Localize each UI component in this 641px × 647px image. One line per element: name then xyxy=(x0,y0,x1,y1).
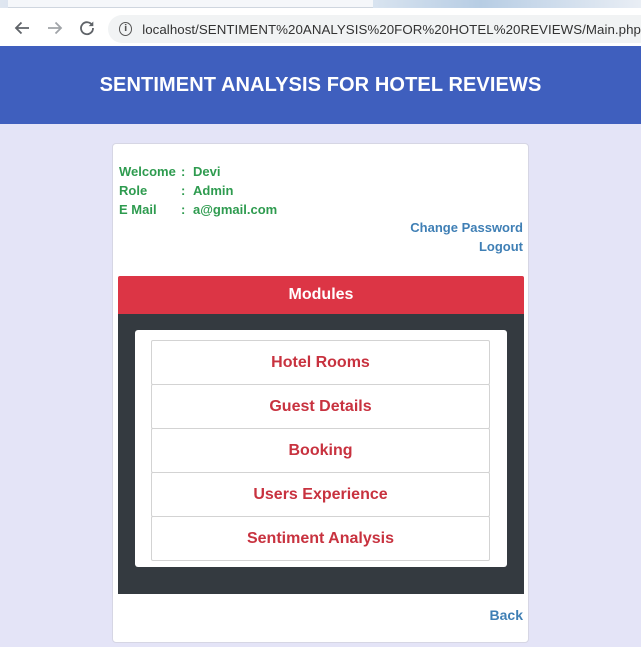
welcome-value: Devi xyxy=(193,164,221,179)
reload-button[interactable] xyxy=(75,16,99,40)
url-text[interactable]: localhost/SENTIMENT%20ANALYSIS%20FOR%20H… xyxy=(142,22,641,37)
module-label: Sentiment Analysis xyxy=(246,529,394,547)
forward-button[interactable] xyxy=(43,16,67,40)
module-hotel-rooms[interactable]: Hotel Rooms xyxy=(151,340,490,385)
account-links: Change Password Logout xyxy=(410,220,523,258)
logout-link[interactable]: Logout xyxy=(410,239,523,258)
back-button[interactable] xyxy=(10,16,34,40)
back-link[interactable]: Back xyxy=(490,607,523,623)
email-label: E Mail xyxy=(119,202,157,217)
arrow-left-icon xyxy=(14,21,29,35)
tab-strip xyxy=(0,0,641,8)
change-password-link[interactable]: Change Password xyxy=(410,220,523,239)
module-users-experience[interactable]: Users Experience xyxy=(151,472,490,517)
welcome-label: Welcome xyxy=(119,164,176,179)
role-label: Role xyxy=(119,183,148,198)
module-booking[interactable]: Booking xyxy=(151,428,490,473)
page-title: SENTIMENT ANALYSIS FOR HOTEL REVIEWS xyxy=(99,73,542,96)
modules-title: Modules xyxy=(288,286,354,303)
page-header: SENTIMENT ANALYSIS FOR HOTEL REVIEWS xyxy=(0,46,641,124)
separator: : xyxy=(181,164,186,179)
active-tab[interactable] xyxy=(8,0,373,8)
modules-panel: Hotel Rooms Guest Details Booking Users … xyxy=(135,330,507,567)
module-label: Hotel Rooms xyxy=(271,353,370,371)
module-label: Guest Details xyxy=(269,397,372,415)
main-card: Welcome : Devi Role : Admin E Mail : a@g… xyxy=(112,143,529,643)
info-icon[interactable]: i xyxy=(119,22,133,36)
module-label: Users Experience xyxy=(253,485,388,503)
email-value: a@gmail.com xyxy=(193,202,278,217)
role-row: Role : Admin xyxy=(119,183,277,202)
browser-toolbar: i localhost/SENTIMENT%20ANALYSIS%20FOR%2… xyxy=(0,0,641,46)
user-info: Welcome : Devi Role : Admin E Mail : a@g… xyxy=(119,164,277,221)
modules-header: Modules xyxy=(118,276,524,314)
role-value: Admin xyxy=(193,183,234,198)
welcome-row: Welcome : Devi xyxy=(119,164,277,183)
module-list: Hotel Rooms Guest Details Booking Users … xyxy=(151,340,490,561)
address-bar[interactable]: i localhost/SENTIMENT%20ANALYSIS%20FOR%2… xyxy=(108,15,641,43)
email-row: E Mail : a@gmail.com xyxy=(119,202,277,221)
separator: : xyxy=(181,202,186,217)
arrow-right-icon xyxy=(48,21,63,35)
reload-icon xyxy=(80,21,94,36)
separator: : xyxy=(181,183,186,198)
modules-container: Hotel Rooms Guest Details Booking Users … xyxy=(118,314,524,594)
module-label: Booking xyxy=(288,441,353,459)
module-sentiment-analysis[interactable]: Sentiment Analysis xyxy=(151,516,490,561)
module-guest-details[interactable]: Guest Details xyxy=(151,384,490,429)
